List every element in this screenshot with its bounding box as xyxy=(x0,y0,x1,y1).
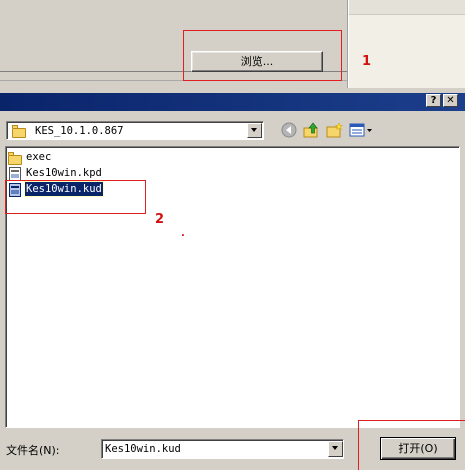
file-name: Kes10win.kpd xyxy=(26,167,102,179)
annotation-box-1 xyxy=(183,30,342,81)
parent-right-strip xyxy=(349,0,465,15)
list-item[interactable]: exec xyxy=(8,150,128,166)
filename-dropdown-chevron-down-icon[interactable] xyxy=(328,441,343,457)
annotation-number-2: 2 xyxy=(155,212,165,227)
annotation-box-3 xyxy=(358,420,465,470)
file-name: exec xyxy=(26,151,52,163)
annotation-dot: . xyxy=(181,228,185,239)
folder-icon xyxy=(8,152,22,165)
back-icon[interactable] xyxy=(281,122,299,138)
new-folder-icon[interactable] xyxy=(326,122,344,138)
chevron-down-icon[interactable] xyxy=(247,123,262,138)
close-button[interactable]: ✕ xyxy=(443,94,458,107)
annotation-number-1: 1 xyxy=(362,54,372,69)
folder-icon xyxy=(12,125,26,138)
filename-input[interactable]: Kes10win.kud xyxy=(101,439,344,459)
dialog-title-bar xyxy=(0,92,465,112)
location-text: KES_10.1.0.867 xyxy=(35,125,124,137)
location-dropdown[interactable]: KES_10.1.0.867 xyxy=(6,121,264,140)
help-button[interactable]: ? xyxy=(426,94,441,107)
filename-label: 文件名(N): xyxy=(6,444,60,457)
annotation-box-2 xyxy=(5,180,146,214)
view-menu-icon[interactable] xyxy=(349,122,375,138)
up-folder-icon[interactable] xyxy=(303,122,321,138)
